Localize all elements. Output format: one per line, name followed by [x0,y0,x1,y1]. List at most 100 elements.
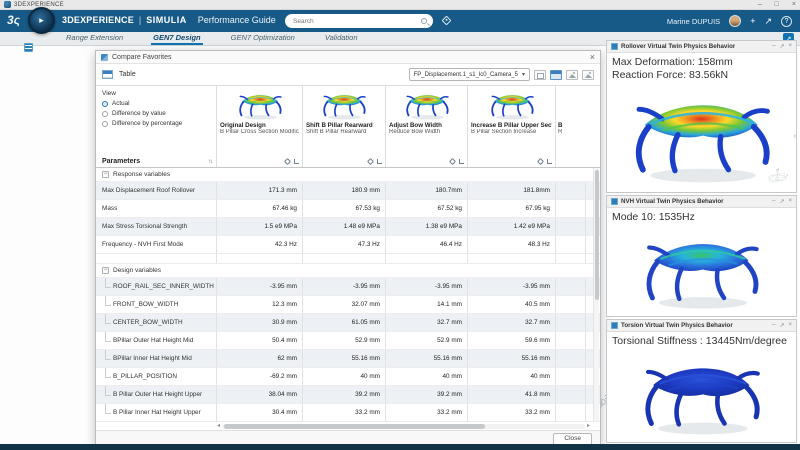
vscroll-thumb[interactable] [595,170,599,300]
radio-icon[interactable] [102,120,108,127]
column-measure-icon[interactable] [459,158,464,164]
panel-titlebar[interactable]: Torsion Virtual Twin Physics Behavior – … [607,320,796,332]
app-name: Performance Guide [197,15,276,25]
parameters-label: Parameters [102,158,141,165]
cell-value: 1.5 e9 MPa [217,218,303,235]
column-thumbnail[interactable] [306,88,382,122]
collapse-icon[interactable]: − [102,267,109,274]
table-row: Max Displacement Roof Rollover 171.3 mm 18… [96,182,600,200]
chevron-left-icon[interactable]: ‹ [794,133,796,140]
cell-value: 41.8 mm [468,386,556,403]
panel-titlebar[interactable]: Rollover Virtual Twin Physics Behavior –… [607,41,796,53]
user-name[interactable]: Marine DUPUIS [667,17,720,26]
panel-metric: Mode 10: 1535Hz [612,211,695,223]
main-canvas: zx Compare Favorites × Table FP_Displace… [0,40,800,447]
column-tag-icon[interactable] [366,157,375,165]
view-option-difference-by-value[interactable]: Difference by value [102,110,212,117]
panel-minimize-icon[interactable]: – [772,43,775,50]
sort-icon[interactable]: ↑↓ [208,159,213,165]
tab-range-extension[interactable]: Range Extension [64,33,125,45]
section-label: Design variables [113,267,162,274]
row-label: Mass [96,200,217,217]
collapse-icon[interactable]: − [102,171,109,178]
column-desc: Shift B Pillar Rearward [306,129,367,135]
cell-partial [556,200,586,217]
panel-titlebar[interactable]: NVH Virtual Twin Physics Behavior – ↗ × [607,196,796,208]
add-icon[interactable]: + [750,15,755,27]
hscroll-thumb[interactable] [224,423,486,429]
avatar[interactable] [729,15,742,27]
panel-metric: Max Deformation: 158mm [612,56,733,68]
image-compare-icon[interactable] [582,69,594,80]
cell-value: -69.2 mm [217,368,303,385]
panel-close-icon[interactable]: × [788,198,792,205]
column-measure-icon[interactable] [294,158,299,164]
cell-value: 39.2 mm [386,386,468,403]
panel-close-icon[interactable]: × [788,322,792,329]
panel-icon [611,43,618,50]
image-view-icon[interactable] [566,69,578,80]
column-tag-icon[interactable] [448,157,457,165]
section-row-response-variables[interactable]: − Response variables [96,168,600,182]
cell-value: 32.7 mm [386,314,468,331]
column-tag-icon[interactable] [283,157,292,165]
column-measure-icon[interactable] [547,158,552,164]
panel-popout-icon[interactable]: ↗ [779,43,784,50]
panel-close-icon[interactable]: × [788,43,792,50]
search-input[interactable] [291,16,421,26]
tag-icon[interactable] [441,15,452,26]
tab-gen7-design[interactable]: GEN7 Design [151,33,203,45]
tab-gen7-optimization[interactable]: GEN7 Optimization [229,33,297,45]
view-option-difference-by-percentage[interactable]: Difference by percentage [102,120,212,127]
column-name: Increase B Pillar Upper Section [471,122,552,129]
panel-minimize-icon[interactable]: – [772,198,775,205]
spacer-row [96,254,600,264]
column-thumbnail[interactable] [471,88,552,122]
table-view-icon[interactable] [550,69,562,80]
column-thumbnail[interactable] [389,88,464,122]
section-row-design-variables[interactable]: − Design variables [96,264,600,278]
tab-validation[interactable]: Validation [323,33,360,45]
window-close-icon[interactable]: × [792,0,796,10]
vertical-scrollbar[interactable] [593,168,599,421]
search-icon[interactable] [421,18,427,24]
cell-partial [556,218,586,235]
dialog-close-icon[interactable]: × [590,52,595,63]
search-box[interactable] [285,14,433,28]
column-tag-icon[interactable] [536,157,545,165]
cell-value: 32.07 mm [303,296,386,313]
radio-icon[interactable] [102,110,108,117]
row-label: B Pillar Inner Hat Height Upper [96,404,217,421]
cell-value: 181.8mm [468,182,556,199]
share-icon[interactable]: ↗ [764,15,772,27]
cell-value: 55.16 mm [468,350,556,367]
panel-popout-icon[interactable]: ↗ [779,198,784,205]
horizontal-scrollbar[interactable]: ◂ ▸ [217,422,590,430]
section-label: Response variables [113,171,171,178]
panel-minimize-icon[interactable]: – [772,322,775,329]
open-window-icon[interactable] [534,69,546,80]
help-icon[interactable]: ? [781,15,792,27]
cell-value: 180.7mm [386,182,468,199]
cell-value: 47.3 Hz [303,236,386,253]
radio-icon[interactable] [102,100,108,107]
cell-value: 55.16 mm [303,350,386,367]
view-select[interactable]: FP_Displacement.1_s1_lc0_Camera_5 ▾ [408,68,530,81]
app-frame-icon[interactable] [24,43,33,52]
window-maximize-icon[interactable]: □ [775,0,779,10]
fea-model-rollover[interactable]: ‹ zx [607,82,796,192]
panel-metrics: Torsional Stiffness : 13445Nm/degree [607,332,796,348]
fea-model-nvh[interactable] [607,224,796,316]
scroll-right-icon[interactable]: ▸ [587,422,590,430]
cell-partial [556,404,586,421]
panel-popout-icon[interactable]: ↗ [779,322,784,329]
window-minimize-icon[interactable]: – [758,0,762,10]
column-thumbnail[interactable] [220,88,299,122]
column-measure-icon[interactable] [377,158,382,164]
cell-value: 38.04 mm [217,386,303,403]
fea-model-torsion[interactable] [607,348,796,442]
cell-partial [556,368,586,385]
view-option-actual[interactable]: Actual [102,100,212,107]
compass-icon[interactable]: ▸ [28,7,55,34]
scroll-left-icon[interactable]: ◂ [217,422,220,430]
